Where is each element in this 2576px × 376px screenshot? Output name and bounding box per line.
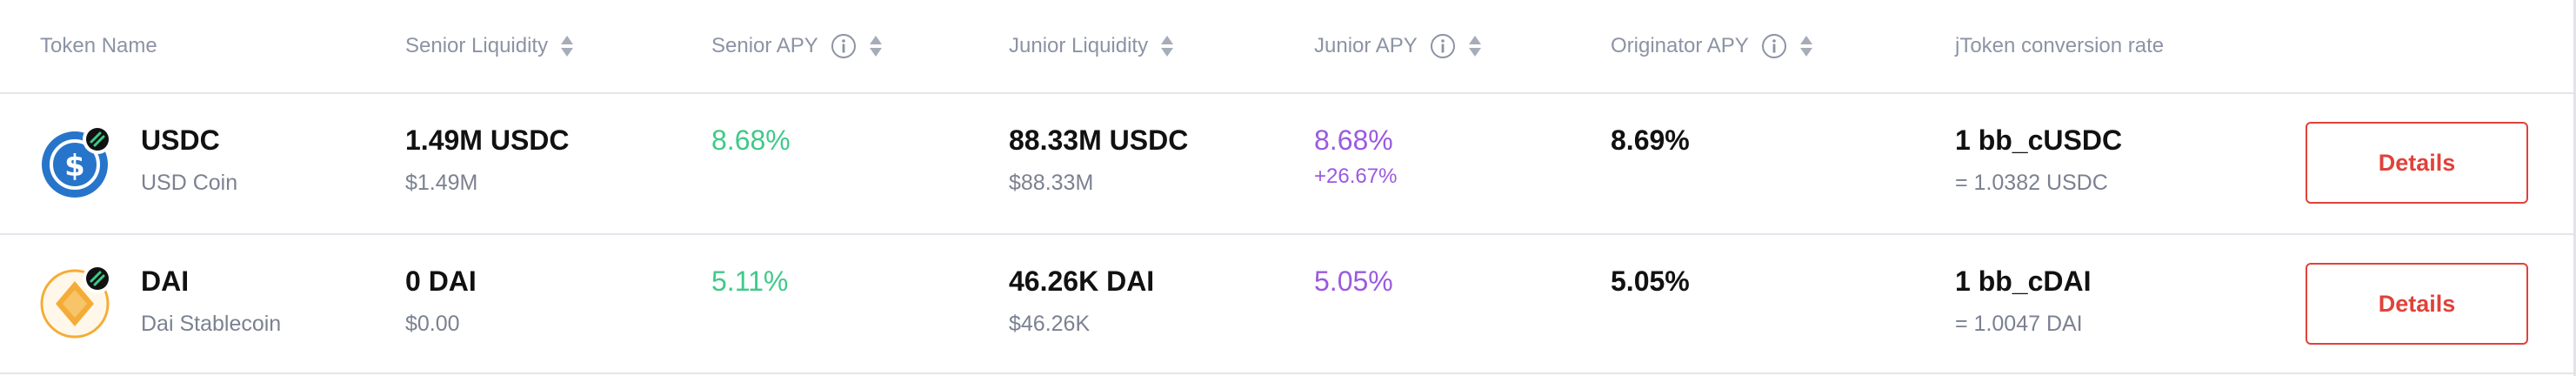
junior-liquidity: 88.33M USDC [1009, 124, 1189, 156]
junior-liquidity-usd: $88.33M [1009, 171, 1094, 195]
header-junior-apy[interactable]: Junior APY [1314, 33, 1482, 59]
info-icon[interactable] [831, 33, 857, 59]
header-senior-liquidity-label: Senior Liquidity [405, 34, 549, 57]
token-symbol: DAI [141, 265, 190, 297]
sort-icon[interactable] [560, 35, 574, 57]
header-senior-apy[interactable]: Senior APY [711, 33, 883, 59]
junior-apy: 5.05% [1314, 265, 1393, 297]
header-conversion-rate: jToken conversion rate [1955, 33, 2164, 59]
header-token-name-label: Token Name [40, 34, 157, 57]
sort-icon[interactable] [1468, 35, 1482, 57]
divider [0, 92, 2576, 94]
header-conversion-rate-label: jToken conversion rate [1955, 34, 2165, 57]
junior-liquidity: 46.26K DAI [1009, 265, 1155, 297]
conversion-amount: 1 bb_cDAI [1955, 265, 2092, 297]
header-junior-liquidity-label: Junior Liquidity [1009, 34, 1149, 57]
conversion-rate: = 1.0047 DAI [1955, 312, 2083, 336]
header-originator-apy-label: Originator APY [1611, 34, 1749, 57]
divider [0, 373, 2576, 374]
junior-liquidity-usd: $46.26K [1009, 312, 1091, 336]
header-junior-apy-label: Junior APY [1314, 34, 1418, 57]
conversion-rate: = 1.0382 USDC [1955, 171, 2108, 195]
svg-text:$: $ [64, 149, 85, 184]
header-junior-liquidity[interactable]: Junior Liquidity [1009, 33, 1174, 59]
dai-icon [40, 264, 112, 339]
header-token-name: Token Name [40, 33, 157, 59]
senior-liquidity-usd: $0.00 [405, 312, 460, 336]
usdc-icon: $ [42, 124, 112, 198]
info-icon[interactable] [1430, 33, 1456, 59]
details-button[interactable]: Details [2306, 122, 2528, 204]
senior-liquidity: 0 DAI [405, 265, 477, 297]
originator-apy: 5.05% [1611, 265, 1690, 297]
sort-icon[interactable] [1160, 35, 1174, 57]
token-name: Dai Stablecoin [141, 312, 282, 336]
conversion-amount: 1 bb_cUSDC [1955, 124, 2123, 156]
junior-apy: 8.68% [1314, 124, 1393, 156]
originator-apy: 8.69% [1611, 124, 1690, 156]
junior-apy-bonus: +26.67% [1314, 164, 1398, 188]
tranches-table: Token Name Senior Liquidity Senior APY J… [0, 0, 2576, 376]
senior-apy: 8.68% [711, 124, 791, 156]
senior-liquidity: 1.49M USDC [405, 124, 570, 156]
info-icon[interactable] [1761, 33, 1787, 59]
header-originator-apy[interactable]: Originator APY [1611, 33, 1813, 59]
header-senior-apy-label: Senior APY [711, 34, 818, 57]
token-name: USD Coin [141, 171, 238, 195]
sort-icon[interactable] [1799, 35, 1813, 57]
details-button[interactable]: Details [2306, 263, 2528, 345]
divider [0, 233, 2576, 235]
senior-apy: 5.11% [711, 265, 789, 297]
header-senior-liquidity[interactable]: Senior Liquidity [405, 33, 574, 59]
token-symbol: USDC [141, 124, 220, 156]
sort-icon[interactable] [869, 35, 883, 57]
senior-liquidity-usd: $1.49M [405, 171, 478, 195]
